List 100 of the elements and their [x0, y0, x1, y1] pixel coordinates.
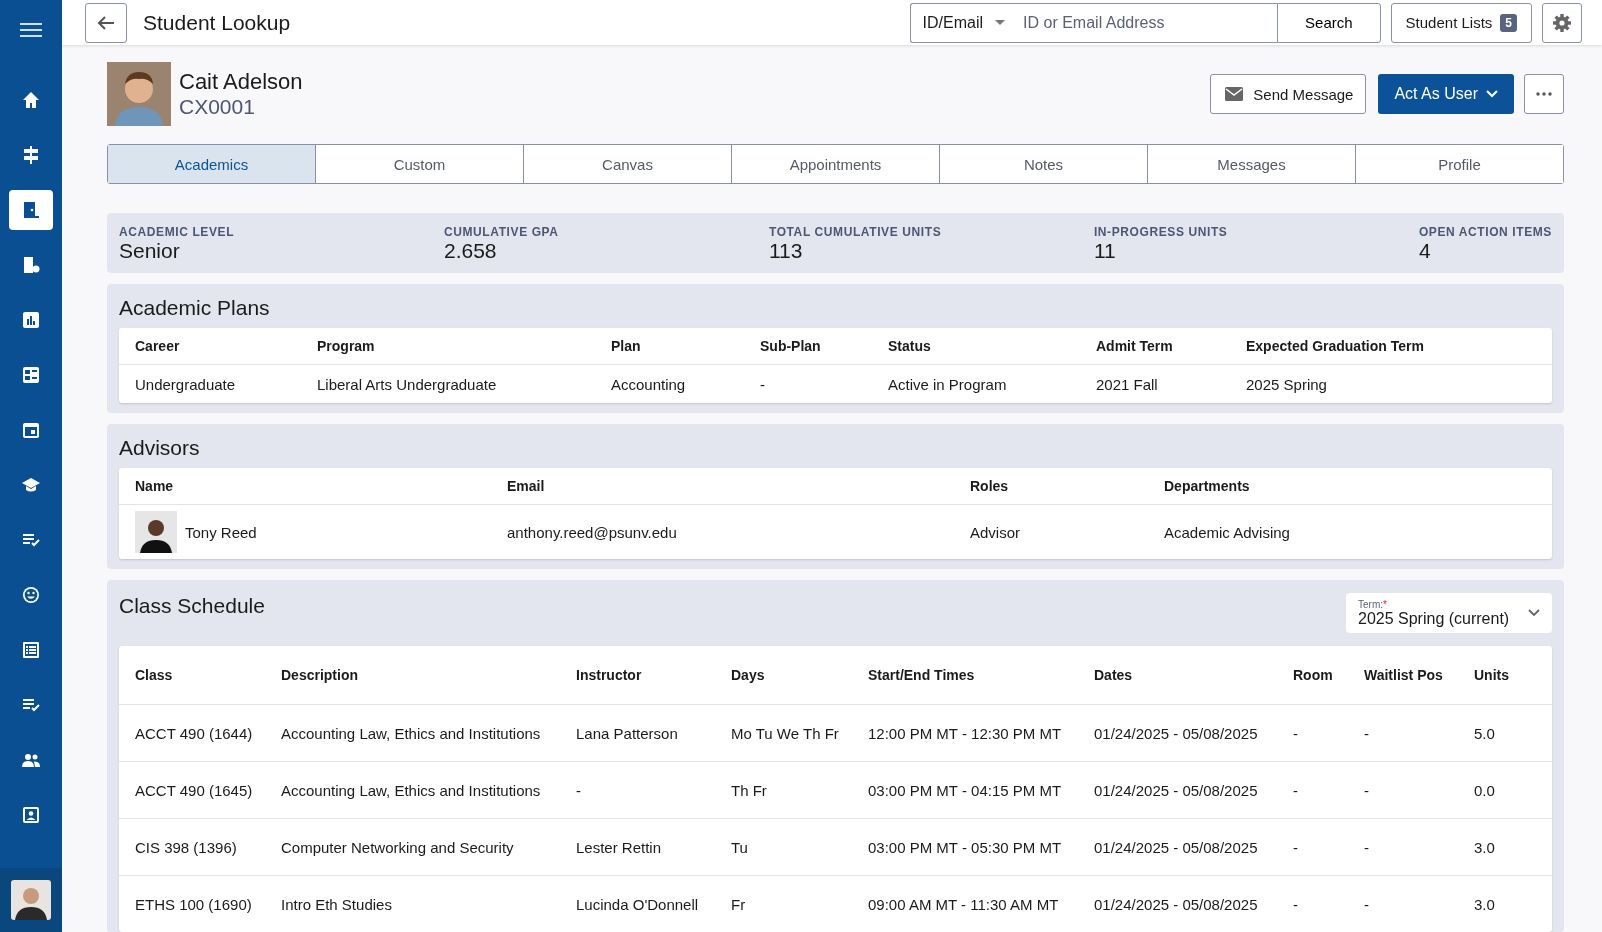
- stat-value: Senior: [119, 239, 181, 263]
- table-cell-text: Intro Eth Studies: [281, 895, 393, 913]
- student-lists-button[interactable]: Student Lists 5: [1390, 2, 1532, 43]
- student-name: Cait Adelson: [179, 69, 303, 95]
- signpost-icon: [21, 145, 41, 165]
- table-cell-text: 2021 Fall: [1096, 375, 1159, 393]
- table-cell-text: 01/24/2025 - 05/08/2025: [1094, 838, 1259, 856]
- table-cell-text: -: [1293, 781, 1299, 799]
- table-cell-text: -: [1293, 838, 1299, 856]
- stat-value: 113: [768, 239, 804, 263]
- table-cell-text: ACCT 490 (1645): [135, 781, 254, 799]
- table-cell-text: 03:00 PM MT - 04:15 PM MT: [868, 781, 1063, 799]
- section-title: Advisors: [119, 435, 201, 461]
- section-title: Class Schedule: [119, 594, 265, 618]
- student-photo: [107, 62, 171, 126]
- page-title: Student Lookup: [143, 10, 291, 35]
- table-cell-text: CIS 398 (1396): [135, 838, 238, 856]
- table-cell-text: 0.0: [1474, 781, 1496, 799]
- table-cell-text: Fr: [731, 895, 747, 913]
- table-cell-text: -: [1364, 838, 1370, 856]
- column-header: Status: [888, 338, 932, 354]
- table-cell-text: -: [1364, 781, 1370, 799]
- table-cell-text: 01/24/2025 - 05/08/2025: [1094, 895, 1259, 913]
- column-header: Career: [135, 338, 181, 354]
- user-avatar[interactable]: [11, 880, 51, 920]
- stat-label: IN-PROGRESS UNITS: [1093, 225, 1229, 239]
- table-cell-text: 3.0: [1474, 895, 1496, 913]
- smiley-icon: [21, 585, 41, 605]
- stat-label: CUMULATIVE GPA: [443, 225, 560, 239]
- table-cell-text: Advisor: [970, 523, 1022, 541]
- count-badge: 5: [1500, 13, 1517, 32]
- table-cell-text: 12:00 PM MT - 12:30 PM MT: [868, 724, 1063, 742]
- column-header: Name: [135, 478, 175, 494]
- more-button[interactable]: [1524, 74, 1564, 114]
- column-header: Departments: [1164, 478, 1251, 494]
- table-cell-text: Undergraduate: [135, 375, 237, 393]
- table-cell-text: Lana Patterson: [576, 724, 679, 742]
- stat-label: ACADEMIC LEVEL: [119, 225, 236, 239]
- table-cell-text: 2025 Spring: [1246, 375, 1328, 393]
- home-icon: [21, 90, 41, 110]
- column-header: Dates: [1094, 667, 1134, 683]
- menu-icon[interactable]: [20, 22, 42, 38]
- table-cell-text: 09:00 AM MT - 11:30 AM MT: [868, 895, 1060, 913]
- column-header: Units: [1474, 667, 1510, 683]
- column-header: Admit Term: [1096, 338, 1174, 354]
- table-cell-text: Active in Program: [888, 375, 1008, 393]
- chevron-down-icon: [1528, 609, 1540, 617]
- column-header: Expected Graduation Term: [1246, 338, 1425, 354]
- table-cell-text: Academic Advising: [1164, 523, 1291, 541]
- back-button[interactable]: [85, 2, 127, 43]
- table-cell-text: ETHS 100 (1690): [135, 895, 253, 913]
- bar-chart-icon: [21, 310, 41, 330]
- nav-item[interactable]: [9, 190, 53, 230]
- table-cell-text: Accounting: [611, 375, 687, 393]
- column-header: Roles: [970, 478, 1010, 494]
- term-dropdown[interactable]: Term:* 2025 Spring (current): [1346, 593, 1552, 633]
- table-cell-text: 3.0: [1474, 838, 1496, 856]
- table-cell-text: Tu: [731, 838, 749, 856]
- stat-label: OPEN ACTION ITEMS: [1418, 225, 1552, 239]
- act-as-user-button[interactable]: Act As User: [1378, 74, 1514, 114]
- table-cell-text: 03:00 PM MT - 05:30 PM MT: [868, 838, 1063, 856]
- stat-value: 2.658: [443, 239, 498, 263]
- back-arrow-icon: [97, 14, 115, 31]
- settings-button[interactable]: [1542, 2, 1582, 43]
- table-cell-text: Lucinda O'Donnell: [576, 895, 700, 913]
- table-cell-text: -: [1293, 895, 1299, 913]
- advisor-avatar: [135, 511, 177, 553]
- table-cell-text: anthony.reed@psunv.edu: [507, 523, 678, 541]
- column-header: Description: [281, 667, 359, 683]
- table-cell-text: ACCT 490 (1644): [135, 724, 254, 742]
- tab[interactable]: Academics: [108, 145, 316, 183]
- table-cell-text: -: [1364, 895, 1370, 913]
- table-cell-text: Mo Tu We Th Fr: [731, 724, 840, 742]
- table-cell-text: Accounting Law, Ethics and Institutions: [281, 781, 542, 799]
- table-cell-text: -: [1364, 724, 1370, 742]
- column-header: Days: [731, 667, 766, 683]
- column-header: Start/End Times: [868, 667, 976, 683]
- column-header: Room: [1293, 667, 1334, 683]
- column-header: Waitlist Pos: [1364, 667, 1444, 683]
- field-label: Term:*: [1358, 598, 1388, 610]
- search-button[interactable]: Search: [1277, 2, 1381, 43]
- door-icon: [21, 200, 41, 220]
- dashboard-icon: [21, 365, 41, 385]
- stat-label: TOTAL CUMULATIVE UNITS: [768, 225, 943, 239]
- search-field[interactable]: ID or Email Address: [1017, 2, 1278, 43]
- student-id: CX0001: [179, 95, 256, 119]
- column-header: Program: [317, 338, 376, 354]
- table-cell-text: Th Fr: [731, 781, 768, 799]
- chevron-down-icon: [1486, 90, 1498, 98]
- table-cell-text: -: [576, 781, 582, 799]
- section-title: Academic Plans: [119, 295, 271, 321]
- column-header: Plan: [611, 338, 642, 354]
- search-type-dropdown[interactable]: ID/Email: [909, 2, 1018, 43]
- stat-value: 4: [1418, 239, 1432, 263]
- column-header: Email: [507, 478, 546, 494]
- column-header: Sub-Plan: [760, 338, 822, 354]
- advisor-name: Tony Reed: [185, 523, 257, 541]
- stat-value: 11: [1093, 239, 1117, 263]
- more-icon: [1536, 92, 1552, 96]
- send-message-button[interactable]: Send Message: [1210, 74, 1367, 114]
